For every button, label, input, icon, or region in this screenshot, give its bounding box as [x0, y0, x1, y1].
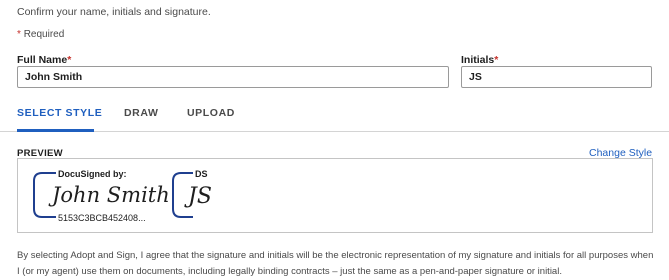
initials-header: DS: [195, 169, 208, 179]
full-name-label-text: Full Name: [17, 54, 68, 66]
active-tab-indicator: [17, 129, 94, 132]
full-name-label: Full Name*: [17, 54, 71, 66]
tab-upload[interactable]: UPLOAD: [187, 107, 235, 119]
signature-script: John Smith: [48, 183, 170, 207]
legal-disclaimer: By selecting Adopt and Sign, I agree tha…: [17, 250, 654, 277]
initials-label-text: Initials: [461, 54, 495, 66]
tabs-divider: [0, 131, 669, 132]
initials-input[interactable]: [461, 66, 652, 88]
full-name-required-star: *: [67, 54, 72, 66]
initials-label: Initials*: [461, 54, 498, 66]
full-name-input[interactable]: [17, 66, 449, 88]
initials-required-star: *: [494, 54, 499, 66]
required-label: Required: [23, 29, 65, 40]
signature-preview-graphic: DocuSigned by: John Smith 5153C3BCB45240…: [33, 169, 212, 223]
signature-id: 5153C3BCB452408...: [58, 213, 146, 223]
required-star: *: [17, 29, 21, 40]
required-note: * Required: [17, 29, 64, 40]
signature-header: DocuSigned by:: [58, 169, 127, 179]
initials-script: JS: [184, 184, 212, 209]
instructions-text: Confirm your name, initials and signatur…: [17, 6, 211, 18]
tab-draw[interactable]: DRAW: [124, 107, 158, 119]
signature-preview-box: DocuSigned by: John Smith 5153C3BCB45240…: [17, 158, 653, 233]
tab-select-style[interactable]: SELECT STYLE: [17, 107, 102, 119]
